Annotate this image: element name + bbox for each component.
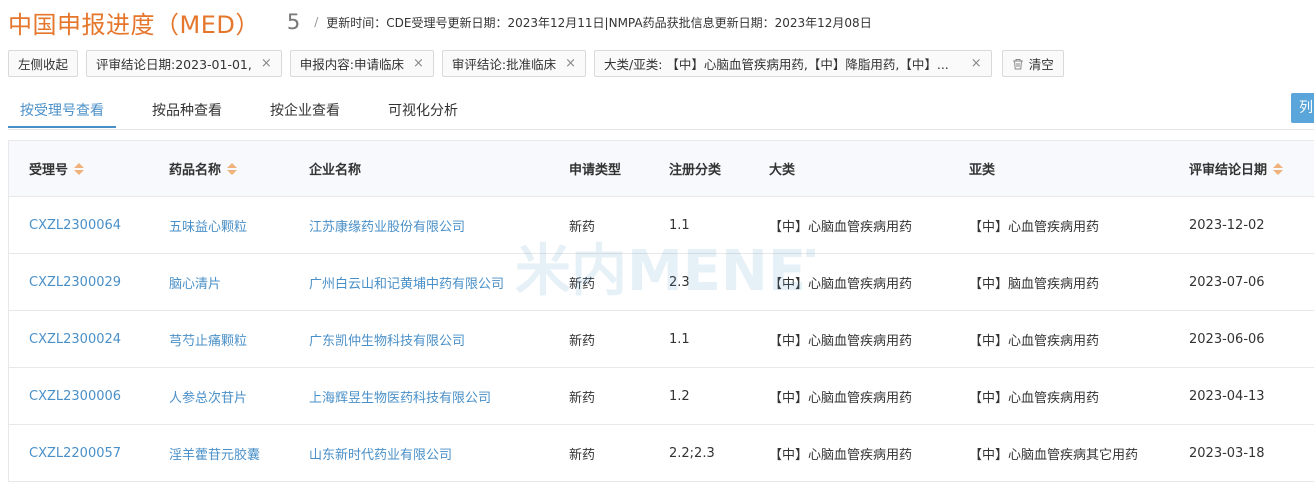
review-date: 2023-07-06 [1189, 274, 1265, 290]
application-type: 新药 [569, 333, 596, 349]
tab-visual-analysis[interactable]: 可视化分析 [376, 94, 470, 128]
filter-chip-content[interactable]: 申报内容:申请临床 × [289, 50, 434, 77]
table-row: CXZL2200057 淫羊藿苷元胶囊 山东新时代药业有限公司 新药 2.2;2… [9, 425, 1314, 482]
view-tabs: 按受理号查看 按品种查看 按企业查看 可视化分析 [8, 94, 494, 130]
column-settings-button[interactable]: 列 [1291, 93, 1314, 123]
page-title: 中国申报进度（MED） [8, 10, 260, 39]
column-header-subcategory: 亚类 [969, 163, 996, 178]
company-link[interactable]: 江苏康缘药业股份有限公司 [309, 197, 465, 253]
acceptance-number-link[interactable]: CXZL2300024 [29, 311, 121, 367]
subcategory: 【中】心血管疾病用药 [969, 390, 1100, 406]
filter-label: 大类/亚类: 【中】心脑血管疾病用药,【中】降脂用药,【中】... [604, 57, 949, 72]
filter-chip-review-date[interactable]: 评审结论日期:2023-01-01, × [86, 50, 282, 77]
drug-name-link[interactable]: 芎芍止痛颗粒 [169, 311, 247, 367]
drug-name-link[interactable]: 脑心清片 [169, 254, 221, 310]
acceptance-number-link[interactable]: CXZL2300029 [29, 254, 121, 310]
trash-icon [1012, 58, 1024, 70]
application-type: 新药 [569, 447, 596, 463]
column-header-acceptance-number[interactable]: 受理号 [29, 141, 85, 196]
company-link[interactable]: 广州白云山和记黄埔中药有限公司 [309, 254, 504, 310]
subcategory: 【中】心血管疾病用药 [969, 333, 1100, 349]
company-link[interactable]: 广东凯仲生物科技有限公司 [309, 311, 465, 367]
tab-by-acceptance-number[interactable]: 按受理号查看 [8, 94, 116, 128]
filter-label: 审评结论:批准临床 [451, 57, 557, 72]
company-link[interactable]: 山东新时代药业有限公司 [309, 425, 452, 481]
close-icon[interactable]: × [565, 56, 576, 71]
table-row: CXZL2300024 芎芍止痛颗粒 广东凯仲生物科技有限公司 新药 1.1 【… [9, 311, 1314, 368]
category: 【中】心脑血管疾病用药 [769, 447, 913, 463]
page-header: 中国申报进度（MED） 5 / 更新时间：CDE受理号更新日期：2023年12月… [8, 6, 872, 39]
application-type: 新药 [569, 390, 596, 406]
column-header-category: 大类 [769, 163, 796, 178]
sort-icon[interactable] [74, 162, 85, 175]
column-header-application-type: 申请类型 [569, 163, 622, 178]
drug-name-link[interactable]: 五味益心颗粒 [169, 197, 247, 253]
sort-icon[interactable] [227, 162, 238, 175]
registration-class: 1.2 [669, 388, 690, 404]
review-date: 2023-12-02 [1189, 217, 1265, 233]
column-header-review-date[interactable]: 评审结论日期 [1189, 141, 1284, 196]
clear-label: 清空 [1028, 57, 1054, 72]
application-type: 新药 [569, 276, 596, 292]
result-count: 5 [286, 10, 301, 34]
filter-label: 评审结论日期:2023-01-01, [96, 57, 252, 72]
filter-label: 申报内容:申请临床 [299, 57, 404, 72]
column-header-registration-class: 注册分类 [669, 163, 722, 178]
category: 【中】心脑血管疾病用药 [769, 276, 913, 292]
subcategory: 【中】心血管疾病用药 [969, 219, 1100, 235]
column-header-company: 企业名称 [309, 163, 362, 178]
filter-chip-category[interactable]: 大类/亚类: 【中】心脑血管疾病用药,【中】降脂用药,【中】... × [594, 50, 992, 77]
separator: / [314, 15, 319, 29]
application-type: 新药 [569, 219, 596, 235]
registration-class: 1.1 [669, 217, 690, 233]
tab-by-company[interactable]: 按企业查看 [258, 94, 352, 128]
table-row: CXZL2300064 五味益心颗粒 江苏康缘药业股份有限公司 新药 1.1 【… [9, 197, 1314, 254]
tab-by-variety[interactable]: 按品种查看 [140, 94, 234, 128]
acceptance-number-link[interactable]: CXZL2300064 [29, 197, 121, 253]
drug-name-link[interactable]: 淫羊藿苷元胶囊 [169, 425, 260, 481]
subcategory: 【中】脑血管疾病用药 [969, 276, 1100, 292]
close-icon[interactable]: × [413, 56, 424, 71]
sort-icon[interactable] [1273, 162, 1284, 175]
category: 【中】心脑血管疾病用药 [769, 333, 913, 349]
review-date: 2023-03-18 [1189, 445, 1265, 461]
category: 【中】心脑血管疾病用药 [769, 219, 913, 235]
registration-class: 1.1 [669, 331, 690, 347]
close-icon[interactable]: × [261, 56, 272, 71]
update-info: 更新时间：CDE受理号更新日期：2023年12月11日|NMPA药品获批信息更新… [326, 15, 872, 30]
close-icon[interactable]: × [971, 56, 982, 71]
registration-class: 2.3 [669, 274, 690, 290]
results-table: 受理号 药品名称 企业名称 申请类型 注册分类 大类 亚类 评审结论日期 CXZ… [8, 140, 1314, 482]
category: 【中】心脑血管疾病用药 [769, 390, 913, 406]
collapse-left-button[interactable]: 左侧收起 [8, 50, 79, 77]
table-row: CXZL2300029 脑心清片 广州白云山和记黄埔中药有限公司 新药 2.3 … [9, 254, 1314, 311]
review-date: 2023-04-13 [1189, 388, 1265, 404]
registration-class: 2.2;2.3 [669, 445, 715, 461]
collapse-left-label: 左侧收起 [18, 57, 69, 72]
column-header-drug-name[interactable]: 药品名称 [169, 141, 238, 196]
acceptance-number-link[interactable]: CXZL2200057 [29, 425, 121, 481]
drug-name-link[interactable]: 人参总次苷片 [169, 368, 247, 424]
filter-chip-conclusion[interactable]: 审评结论:批准临床 × [441, 50, 587, 77]
table-row: CXZL2300006 人参总次苷片 上海辉昱生物医药科技有限公司 新药 1.2… [9, 368, 1314, 425]
company-link[interactable]: 上海辉昱生物医药科技有限公司 [309, 368, 491, 424]
filter-bar: 左侧收起 评审结论日期:2023-01-01, × 申报内容:申请临床 × 审评… [8, 50, 1064, 77]
tab-divider [8, 129, 1314, 130]
subcategory: 【中】心脑血管疾病其它用药 [969, 447, 1139, 463]
acceptance-number-link[interactable]: CXZL2300006 [29, 368, 121, 424]
clear-filters-button[interactable]: 清空 [1001, 50, 1064, 77]
table-header: 受理号 药品名称 企业名称 申请类型 注册分类 大类 亚类 评审结论日期 [9, 140, 1314, 197]
review-date: 2023-06-06 [1189, 331, 1265, 347]
